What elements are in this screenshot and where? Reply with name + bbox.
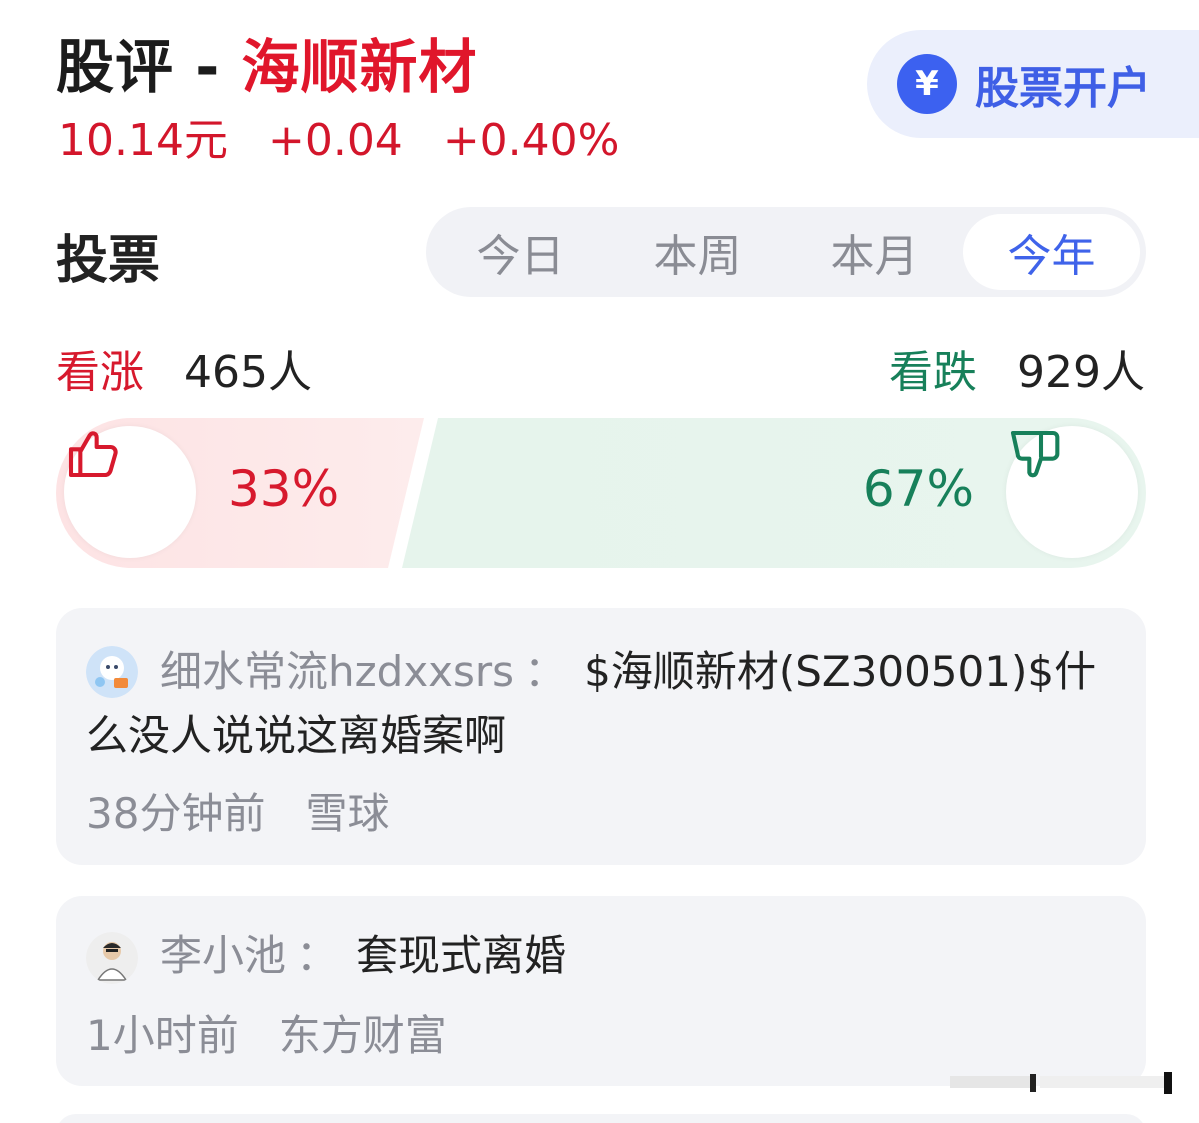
- bearish-label: 看跌: [889, 347, 978, 398]
- stock-quote: 10.14元 +0.04 +0.40%: [58, 104, 645, 168]
- thumbs-down-icon: [1010, 430, 1060, 478]
- open-account-label: 股票开户: [975, 63, 1151, 114]
- bearish-count-row: 看跌 929人: [889, 336, 1145, 400]
- bullish-percent: 33%: [228, 460, 340, 518]
- stock-price: 10.14元: [58, 115, 228, 166]
- comment-text: 李小池： 套现式离婚: [86, 924, 1126, 988]
- tab-week[interactable]: 本周: [609, 214, 786, 290]
- comment-meta: 38分钟前 雪球: [86, 780, 389, 841]
- vote-down-button[interactable]: [1006, 426, 1138, 558]
- comment-text: 细水常流hzdxxsrs： $海顺新材(SZ300501)$什么没人说说这离婚案啊: [86, 640, 1126, 768]
- open-account-button[interactable]: ¥ 股票开户: [867, 30, 1199, 138]
- bullish-label: 看涨: [56, 347, 144, 398]
- bearish-percent: 67%: [862, 460, 974, 518]
- page-title: 股评 - 海顺新材: [56, 20, 477, 104]
- vote-ratio-bar: 33% 67%: [56, 418, 1146, 568]
- comment-time: 1小时前: [86, 1011, 239, 1060]
- vote-bar-graphic: [56, 418, 1146, 568]
- bearish-count: 929人: [1017, 347, 1145, 398]
- stock-name[interactable]: 海顺新材: [241, 33, 477, 101]
- yen-icon: ¥: [897, 54, 957, 114]
- scroll-indicator: [950, 1072, 1172, 1094]
- comment-source: 东方财富: [278, 1011, 447, 1060]
- stock-change-pct: +0.40%: [442, 115, 620, 166]
- comment-content: 套现式离婚: [356, 931, 567, 980]
- tab-month[interactable]: 本月: [786, 214, 963, 290]
- comment-separator: ：: [524, 647, 567, 696]
- tab-today[interactable]: 今日: [432, 214, 609, 290]
- comment-time: 38分钟前: [86, 789, 266, 838]
- comment-source: 雪球: [305, 789, 390, 838]
- bullish-count: 465人: [184, 347, 312, 398]
- comment-card[interactable]: [56, 1114, 1146, 1123]
- bullish-count-row: 看涨 465人: [56, 336, 312, 400]
- vote-up-button[interactable]: [64, 426, 196, 558]
- comment-card[interactable]: 细水常流hzdxxsrs： $海顺新材(SZ300501)$什么没人说说这离婚案啊…: [56, 608, 1146, 865]
- comment-separator: ：: [296, 931, 339, 980]
- title-prefix: 股评 -: [56, 33, 242, 101]
- comment-username[interactable]: 李小池: [160, 931, 286, 980]
- stock-change: +0.04: [267, 115, 403, 166]
- comment-username[interactable]: 细水常流hzdxxsrs: [160, 647, 514, 696]
- vote-title: 投票: [56, 231, 161, 291]
- comment-meta: 1小时前 东方财富: [86, 1002, 447, 1063]
- comment-card[interactable]: 李小池： 套现式离婚 1小时前 东方财富: [56, 896, 1146, 1086]
- thumbs-up-icon: [68, 431, 118, 478]
- period-tabs: 今日 本周 本月 今年: [426, 207, 1146, 297]
- tab-year[interactable]: 今年: [963, 214, 1140, 290]
